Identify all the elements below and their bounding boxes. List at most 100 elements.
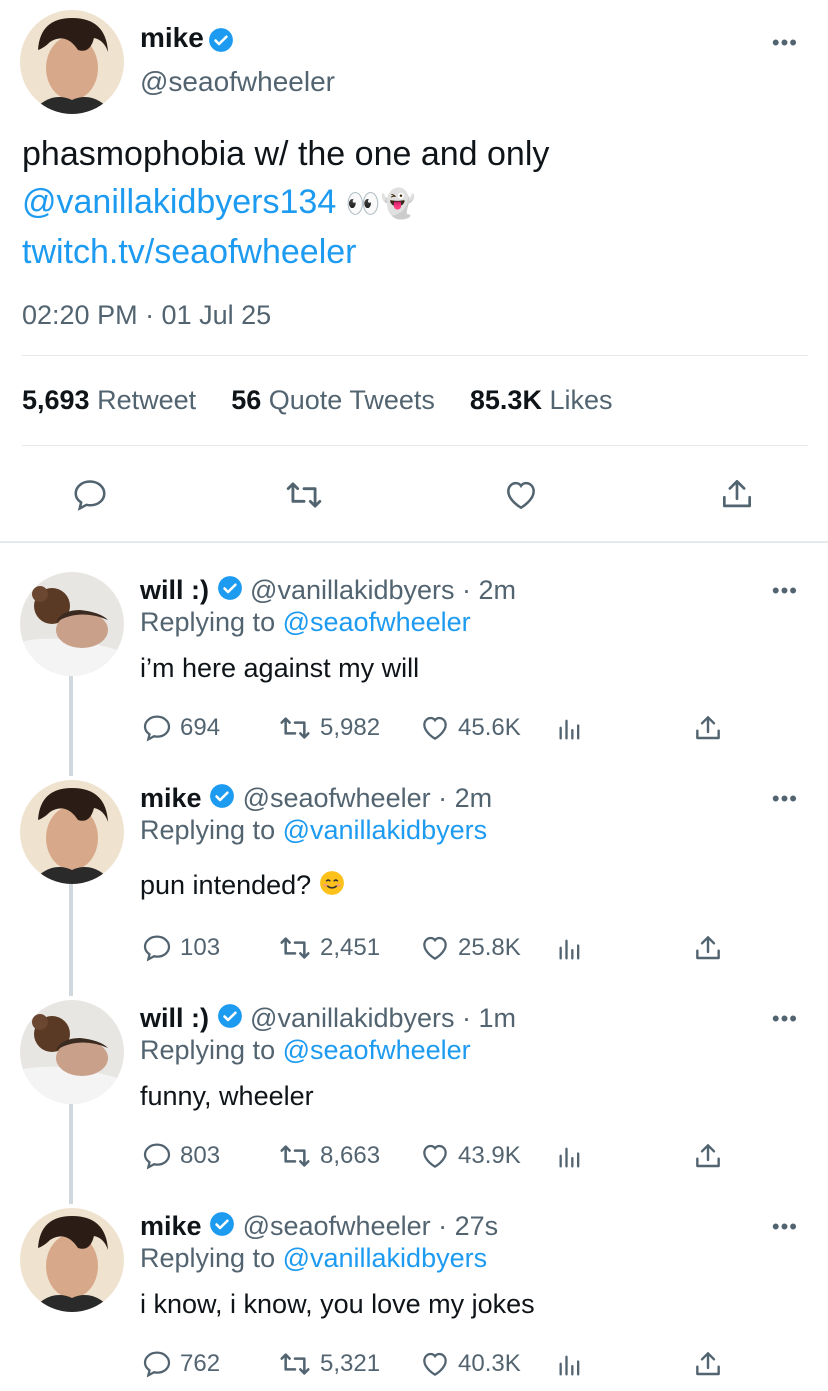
- smiling-face-emoji-icon: [319, 870, 345, 903]
- reply-count: 762: [180, 1350, 221, 1377]
- mention-link[interactable]: @vanillakidbyers134: [22, 183, 336, 221]
- analytics-icon[interactable]: [556, 934, 584, 969]
- reply-count: 103: [180, 934, 221, 961]
- reply-button[interactable]: 103: [140, 932, 220, 964]
- retweet-button[interactable]: 8,663: [276, 1140, 380, 1172]
- analytics-icon[interactable]: [556, 1142, 584, 1177]
- share-icon[interactable]: [692, 1348, 724, 1385]
- divider: [22, 355, 808, 356]
- reply-button[interactable]: 694: [140, 712, 220, 744]
- like-count: 43.9K: [458, 1142, 521, 1169]
- reply-header: will :) @vanillakidbyers · 1m: [140, 1003, 516, 1036]
- reply-author-handle[interactable]: @vanillakidbyers: [250, 1003, 455, 1033]
- reply-icon: [143, 1143, 171, 1170]
- section-divider: [0, 541, 828, 543]
- reply-text: pun intended?: [140, 870, 312, 900]
- heart-icon: [423, 1352, 447, 1376]
- retweet-button[interactable]: 5,982: [276, 712, 380, 744]
- emoji-eyes-ghost: 👀👻: [345, 188, 416, 219]
- reply-author-handle[interactable]: @seaofwheeler: [243, 783, 431, 813]
- share-icon[interactable]: [692, 932, 724, 969]
- retweet-count: 5,321: [320, 1350, 381, 1377]
- reply-author-name[interactable]: mike: [140, 1211, 202, 1241]
- retweet-button[interactable]: 2,451: [276, 932, 380, 964]
- tweet-timestamp[interactable]: 02:20 PM · 01 Jul 25: [22, 300, 271, 331]
- like-button[interactable]: 43.9K: [418, 1140, 521, 1172]
- retweet-button[interactable]: 5,321: [276, 1348, 380, 1380]
- reply-count: 694: [180, 714, 221, 741]
- reply-button[interactable]: 762: [140, 1348, 220, 1380]
- retweet-icon: [280, 717, 310, 739]
- more-options-icon[interactable]: •••: [772, 786, 798, 812]
- replying-to: Replying to @vanillakidbyers: [140, 815, 488, 845]
- replying-to-link[interactable]: @vanillakidbyers: [283, 1243, 488, 1273]
- more-options-icon[interactable]: •••: [772, 1006, 798, 1032]
- reply-author-name[interactable]: mike: [140, 783, 202, 813]
- more-options-icon[interactable]: •••: [772, 30, 798, 56]
- share-icon[interactable]: [692, 712, 724, 749]
- author-name[interactable]: mike: [140, 22, 204, 53]
- verified-badge-icon: [209, 1211, 235, 1244]
- reply-time[interactable]: · 1m: [462, 1003, 516, 1033]
- reply-icon: [143, 935, 171, 962]
- reply-time[interactable]: · 2m: [438, 783, 492, 813]
- replying-to-link[interactable]: @seaofwheeler: [283, 607, 471, 637]
- reply-author-handle[interactable]: @vanillakidbyers: [250, 575, 455, 605]
- like-count: 45.6K: [458, 714, 521, 741]
- heart-icon: [423, 936, 447, 960]
- replying-to-link[interactable]: @seaofwheeler: [283, 1035, 471, 1065]
- reply-time[interactable]: · 2m: [462, 575, 516, 605]
- author-handle[interactable]: @seaofwheeler: [140, 66, 335, 98]
- more-options-icon[interactable]: •••: [772, 578, 798, 604]
- like-count: 40.3K: [458, 1350, 521, 1377]
- verified-badge-icon: [209, 783, 235, 816]
- reply-avatar[interactable]: [20, 1208, 124, 1312]
- share-button[interactable]: [718, 474, 756, 519]
- divider: [22, 445, 808, 446]
- reply-count: 803: [180, 1142, 221, 1169]
- reply-author-handle[interactable]: @seaofwheeler: [243, 1211, 431, 1241]
- tweet-text-line: phasmophobia w/ the one and only: [22, 135, 550, 173]
- reply-author-name[interactable]: will :): [140, 575, 209, 605]
- likes-stat[interactable]: 85.3K Likes: [470, 385, 613, 415]
- main-tweet-avatar[interactable]: [20, 10, 124, 114]
- like-button[interactable]: [500, 476, 542, 519]
- twitch-link[interactable]: twitch.tv/seaofwheeler: [22, 228, 802, 276]
- retweet-icon: [280, 1145, 310, 1167]
- retweet-icon: [280, 1353, 310, 1375]
- reply-time[interactable]: · 27s: [438, 1211, 498, 1241]
- replying-to-link[interactable]: @vanillakidbyers: [283, 815, 488, 845]
- heart-icon: [507, 481, 535, 510]
- share-icon: [722, 479, 752, 508]
- like-button[interactable]: 40.3K: [418, 1348, 521, 1380]
- quote-stat[interactable]: 56 Quote Tweets: [231, 385, 435, 415]
- reply-text-row: pun intended?: [140, 870, 345, 903]
- like-button[interactable]: 25.8K: [418, 932, 521, 964]
- reply-avatar[interactable]: [20, 1000, 124, 1104]
- reply-icon: [143, 715, 171, 742]
- thread-line: [69, 1104, 73, 1204]
- main-tweet-author[interactable]: mike: [140, 22, 234, 58]
- reply-button[interactable]: [70, 476, 110, 519]
- analytics-icon[interactable]: [556, 1350, 584, 1385]
- reply-text: funny, wheeler: [140, 1081, 314, 1111]
- verified-badge-icon: [217, 575, 243, 608]
- share-icon[interactable]: [692, 1140, 724, 1177]
- retweet-stat[interactable]: 5,693 Retweet: [22, 385, 196, 415]
- reply-button[interactable]: 803: [140, 1140, 220, 1172]
- reply-avatar[interactable]: [20, 572, 124, 676]
- retweet-count: 5,982: [320, 714, 381, 741]
- retweet-count: 2,451: [320, 934, 381, 961]
- analytics-icon[interactable]: [556, 714, 584, 749]
- reply-author-name[interactable]: will :): [140, 1003, 209, 1033]
- more-options-icon[interactable]: •••: [772, 1214, 798, 1240]
- reply-text: i know, i know, you love my jokes: [140, 1289, 535, 1319]
- like-button[interactable]: 45.6K: [418, 712, 521, 744]
- reply-avatar[interactable]: [20, 780, 124, 884]
- retweet-button[interactable]: [282, 476, 326, 519]
- tweet-stats: 5,693 Retweet 56 Quote Tweets 85.3K Like…: [22, 385, 613, 416]
- thread-line: [69, 676, 73, 776]
- reply-header: will :) @vanillakidbyers · 2m: [140, 575, 516, 608]
- replying-to: Replying to @seaofwheeler: [140, 1035, 471, 1065]
- reply-text: i’m here against my will: [140, 653, 420, 683]
